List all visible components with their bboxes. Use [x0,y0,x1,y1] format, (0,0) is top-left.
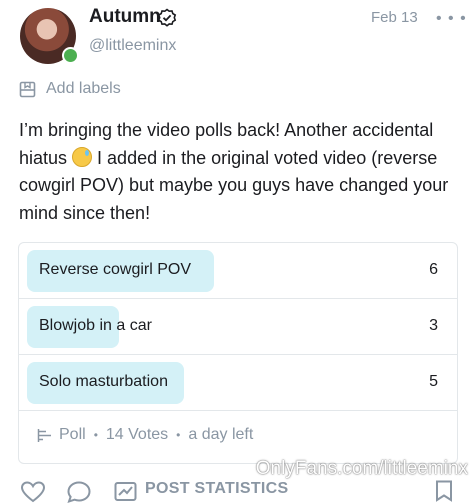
separator-dot: • [93,428,98,442]
post-date: Feb 13 [371,9,418,26]
poll-option[interactable]: Solo masturbation 5 [19,355,457,411]
poll-option-label: Solo masturbation [39,373,168,390]
poll-option-label: Reverse cowgirl POV [39,261,192,278]
post-text: I’m bringing the video polls back! Anoth… [19,117,459,227]
like-heart-icon[interactable] [20,480,46,504]
poll-option-count: 6 [429,261,438,278]
poll: Reverse cowgirl POV 6 Blowjob in a car 3… [18,242,458,464]
bookmark-icon[interactable] [434,480,454,502]
poll-time-left: a day left [188,426,254,443]
poll-type-label: Poll [59,426,86,443]
add-labels-label: Add labels [46,80,121,97]
poll-votes-total: 14 Votes [105,426,169,443]
author-handle[interactable]: @littleeminx [89,37,176,55]
poll-option-count: 5 [429,373,438,390]
poll-option[interactable]: Blowjob in a car 3 [19,299,457,355]
sweat-smile-emoji-icon [72,146,93,167]
watermark: OnlyFans.com/littleeminx [255,458,468,479]
label-icon [19,81,36,97]
poll-option[interactable]: Reverse cowgirl POV 6 [19,243,457,299]
poll-icon [37,428,51,442]
more-options-icon[interactable]: • • • [436,11,467,27]
comment-icon[interactable] [66,480,92,504]
poll-footer: Poll • 14 Votes • a day left [37,426,253,444]
poll-option-count: 3 [429,317,438,334]
statistics-icon[interactable] [114,480,138,502]
verified-badge-icon [157,8,177,27]
post-statistics-button[interactable]: POST STATISTICS [145,480,288,498]
author-name[interactable]: Autumn [89,6,161,28]
separator-dot: • [176,428,181,442]
poll-option-label: Blowjob in a car [39,317,152,334]
online-status-dot [62,47,79,64]
add-labels-button[interactable]: Add labels [19,78,121,100]
